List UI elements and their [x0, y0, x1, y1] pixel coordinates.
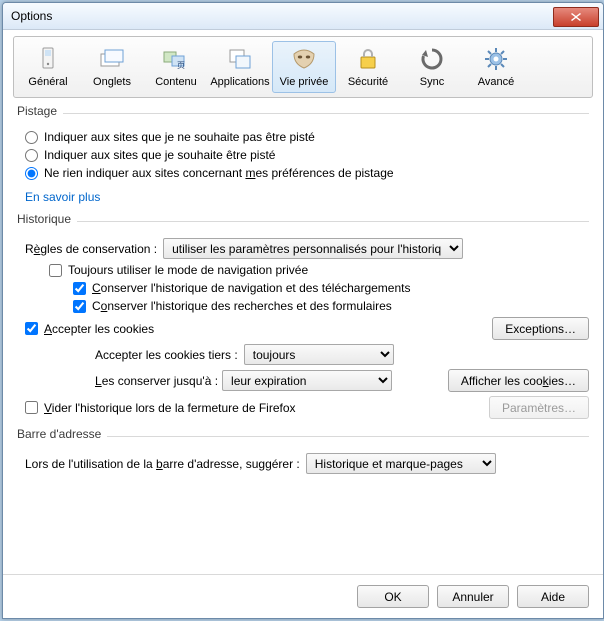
tab-security[interactable]: Sécurité: [336, 41, 400, 93]
tab-label: Sync: [420, 76, 444, 88]
clear-settings-button: Paramètres…: [489, 396, 589, 419]
group-addressbar-title: Barre d'adresse: [17, 427, 101, 441]
check-label: Vider l'historique lors de la fermeture …: [44, 401, 296, 415]
tab-sync[interactable]: Sync: [400, 41, 464, 93]
radio-dnt-on[interactable]: [25, 131, 38, 144]
check-clear-on-close[interactable]: [25, 401, 38, 414]
divider: [63, 113, 589, 114]
content-icon: 页: [162, 44, 190, 74]
tab-content[interactable]: 页 Contenu: [144, 41, 208, 93]
tab-label: Sécurité: [348, 76, 388, 88]
check-label: Conserver l'historique des recherches et…: [92, 299, 392, 313]
window-close-button[interactable]: [553, 7, 599, 27]
panel-body: Pistage Indiquer aux sites que je ne sou…: [3, 98, 603, 574]
addressbar-suggest-select[interactable]: Historique et marque-pages: [306, 453, 496, 474]
divider: [77, 221, 589, 222]
gear-icon: [483, 44, 509, 74]
svg-text:页: 页: [177, 61, 185, 70]
history-rules-select[interactable]: utiliser les paramètres personnalisés po…: [163, 238, 463, 259]
group-addressbar: Barre d'adresse Lors de l'utilisation de…: [17, 427, 589, 474]
tab-privacy[interactable]: Vie privée: [272, 41, 336, 93]
titlebar: Options: [3, 3, 603, 30]
close-icon: [571, 13, 581, 21]
help-button[interactable]: Aide: [517, 585, 589, 608]
ok-button[interactable]: OK: [357, 585, 429, 608]
sync-icon: [419, 44, 445, 74]
keep-until-select[interactable]: leur expiration: [222, 370, 392, 391]
history-rules-label: Règles de conservation :: [25, 242, 157, 256]
tab-label: Vie privée: [280, 76, 329, 88]
exceptions-button[interactable]: Exceptions…: [492, 317, 589, 340]
tab-label: Général: [28, 76, 67, 88]
tab-advanced[interactable]: Avancé: [464, 41, 528, 93]
divider: [107, 436, 589, 437]
group-tracking: Pistage Indiquer aux sites que je ne sou…: [17, 104, 589, 204]
show-cookies-button[interactable]: Afficher les cookies…: [448, 369, 589, 392]
tab-label: Onglets: [93, 76, 131, 88]
third-party-cookies-label: Accepter les cookies tiers :: [95, 348, 238, 362]
tab-tabs[interactable]: Onglets: [80, 41, 144, 93]
radio-label: Indiquer aux sites que je souhaite être …: [44, 148, 275, 162]
learn-more-link[interactable]: En savoir plus: [25, 190, 100, 204]
radio-label: Indiquer aux sites que je ne souhaite pa…: [44, 130, 315, 144]
general-icon: [37, 44, 59, 74]
third-party-cookies-select[interactable]: toujours: [244, 344, 394, 365]
check-label: Toujours utiliser le mode de navigation …: [68, 263, 308, 277]
radio-dnt-off[interactable]: [25, 149, 38, 162]
dialog-footer: OK Annuler Aide: [3, 574, 603, 618]
check-label: Accepter les cookies: [44, 322, 154, 336]
tab-general[interactable]: Général: [16, 41, 80, 93]
check-always-private[interactable]: [49, 264, 62, 277]
addressbar-suggest-label: Lors de l'utilisation de la barre d'adre…: [25, 457, 300, 471]
check-keep-nav-history[interactable]: [73, 282, 86, 295]
toolbar-container: Général Onglets 页 Contenu Applications: [3, 30, 603, 98]
cancel-button[interactable]: Annuler: [437, 585, 509, 608]
check-accept-cookies[interactable]: [25, 322, 38, 335]
lock-icon: [356, 44, 380, 74]
tab-label: Applications: [210, 76, 269, 88]
applications-icon: [226, 44, 254, 74]
tabs-icon: [99, 44, 125, 74]
window-title: Options: [11, 9, 553, 23]
options-window: Options Général Onglets: [2, 2, 604, 619]
tab-label: Contenu: [155, 76, 197, 88]
check-keep-search-history[interactable]: [73, 300, 86, 313]
group-tracking-title: Pistage: [17, 104, 57, 118]
check-label: Conserver l'historique de navigation et …: [92, 281, 410, 295]
mask-icon: [290, 44, 318, 74]
tab-label: Avancé: [478, 76, 515, 88]
group-history: Historique Règles de conservation : util…: [17, 212, 589, 419]
category-toolbar: Général Onglets 页 Contenu Applications: [13, 36, 593, 98]
group-history-title: Historique: [17, 212, 71, 226]
tab-applications[interactable]: Applications: [208, 41, 272, 93]
radio-label: Ne rien indiquer aux sites concernant me…: [44, 166, 394, 180]
radio-dnt-none[interactable]: [25, 167, 38, 180]
keep-until-label: Les conserver jusqu'à :: [95, 374, 218, 388]
